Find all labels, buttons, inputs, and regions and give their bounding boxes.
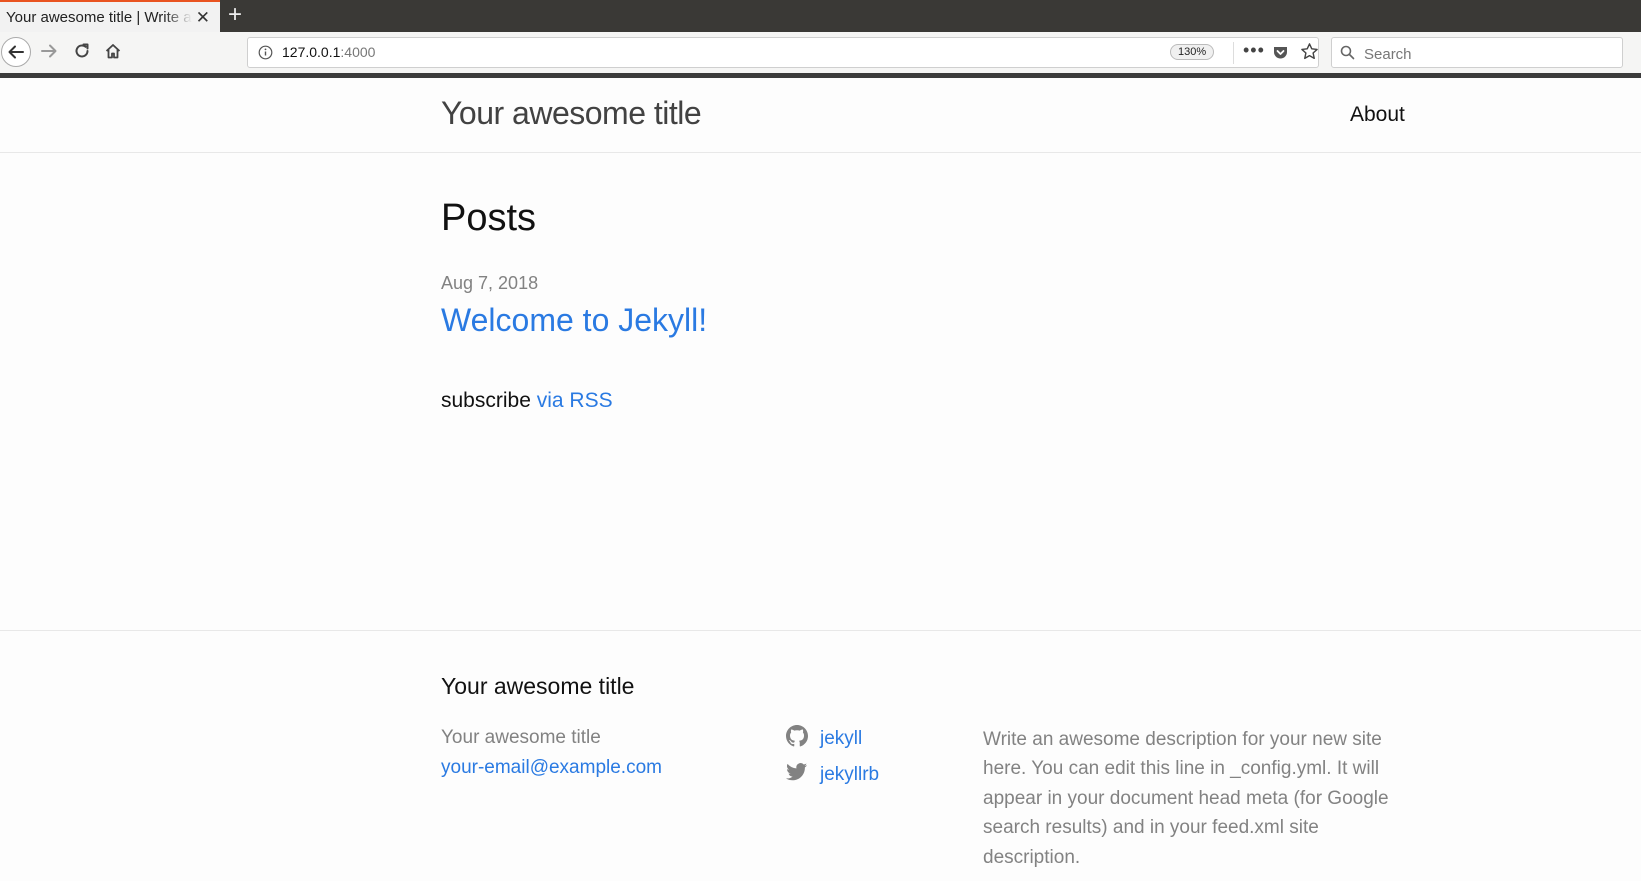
url-port: :4000: [340, 44, 376, 60]
urlbar-divider: [1233, 42, 1234, 64]
url-bar[interactable]: 127.0.0.1:4000 130% •••: [247, 37, 1319, 68]
site-description: Write an awesome description for your ne…: [983, 729, 1389, 868]
search-input[interactable]: [1362, 42, 1616, 66]
github-social-link[interactable]: jekyll: [786, 725, 862, 752]
home-icon[interactable]: [104, 42, 122, 65]
rss-link[interactable]: via RSS: [537, 389, 613, 412]
tab-title: Your awesome title | Write an awesome de…: [6, 8, 192, 26]
page-heading: Posts: [441, 197, 537, 239]
back-arrow-icon[interactable]: [1, 37, 31, 67]
twitter-username[interactable]: jekyllrb: [820, 764, 879, 786]
new-tab-icon[interactable]: +: [228, 1, 242, 29]
search-icon: [1340, 45, 1355, 65]
subscribe-text: subscribe: [441, 389, 531, 412]
url-text[interactable]: 127.0.0.1:4000: [282, 44, 375, 60]
browser-tab-bar: Your awesome title | Write an awesome de…: [0, 0, 1641, 32]
footer-heading: Your awesome title: [441, 673, 635, 699]
close-tab-icon[interactable]: ✕: [196, 8, 210, 28]
post-title-link[interactable]: Welcome to Jekyll!: [441, 302, 707, 339]
browser-tab-active[interactable]: Your awesome title | Write an awesome de…: [0, 0, 220, 32]
more-actions-icon[interactable]: •••: [1243, 40, 1265, 61]
url-host: 127.0.0.1: [282, 44, 341, 60]
twitter-icon: [786, 761, 808, 788]
reload-icon[interactable]: [73, 42, 91, 65]
github-username[interactable]: jekyll: [820, 728, 862, 750]
twitter-social-link[interactable]: jekyllrb: [786, 761, 879, 788]
footer-site-name: Your awesome title: [441, 727, 601, 748]
toolbar-divider: [0, 73, 1641, 78]
zoom-level-badge[interactable]: 130%: [1170, 44, 1215, 60]
site-footer: Your awesome title Your awesome title yo…: [0, 630, 1641, 881]
browser-toolbar: 127.0.0.1:4000 130% •••: [0, 32, 1641, 78]
github-icon: [786, 725, 808, 752]
pocket-icon[interactable]: [1272, 44, 1289, 66]
site-header: Your awesome title About: [0, 79, 1641, 153]
subscribe-line: subscribe via RSS: [441, 389, 613, 413]
footer-email-link[interactable]: your-email@example.com: [441, 757, 662, 779]
info-icon[interactable]: [258, 45, 273, 65]
site-title-link[interactable]: Your awesome title: [441, 95, 702, 132]
nav-about-link[interactable]: About: [1350, 103, 1405, 127]
post-date: Aug 7, 2018: [441, 273, 539, 293]
forward-arrow-icon[interactable]: [40, 42, 58, 65]
search-bar[interactable]: [1331, 37, 1623, 68]
bookmark-star-icon[interactable]: [1300, 42, 1319, 66]
